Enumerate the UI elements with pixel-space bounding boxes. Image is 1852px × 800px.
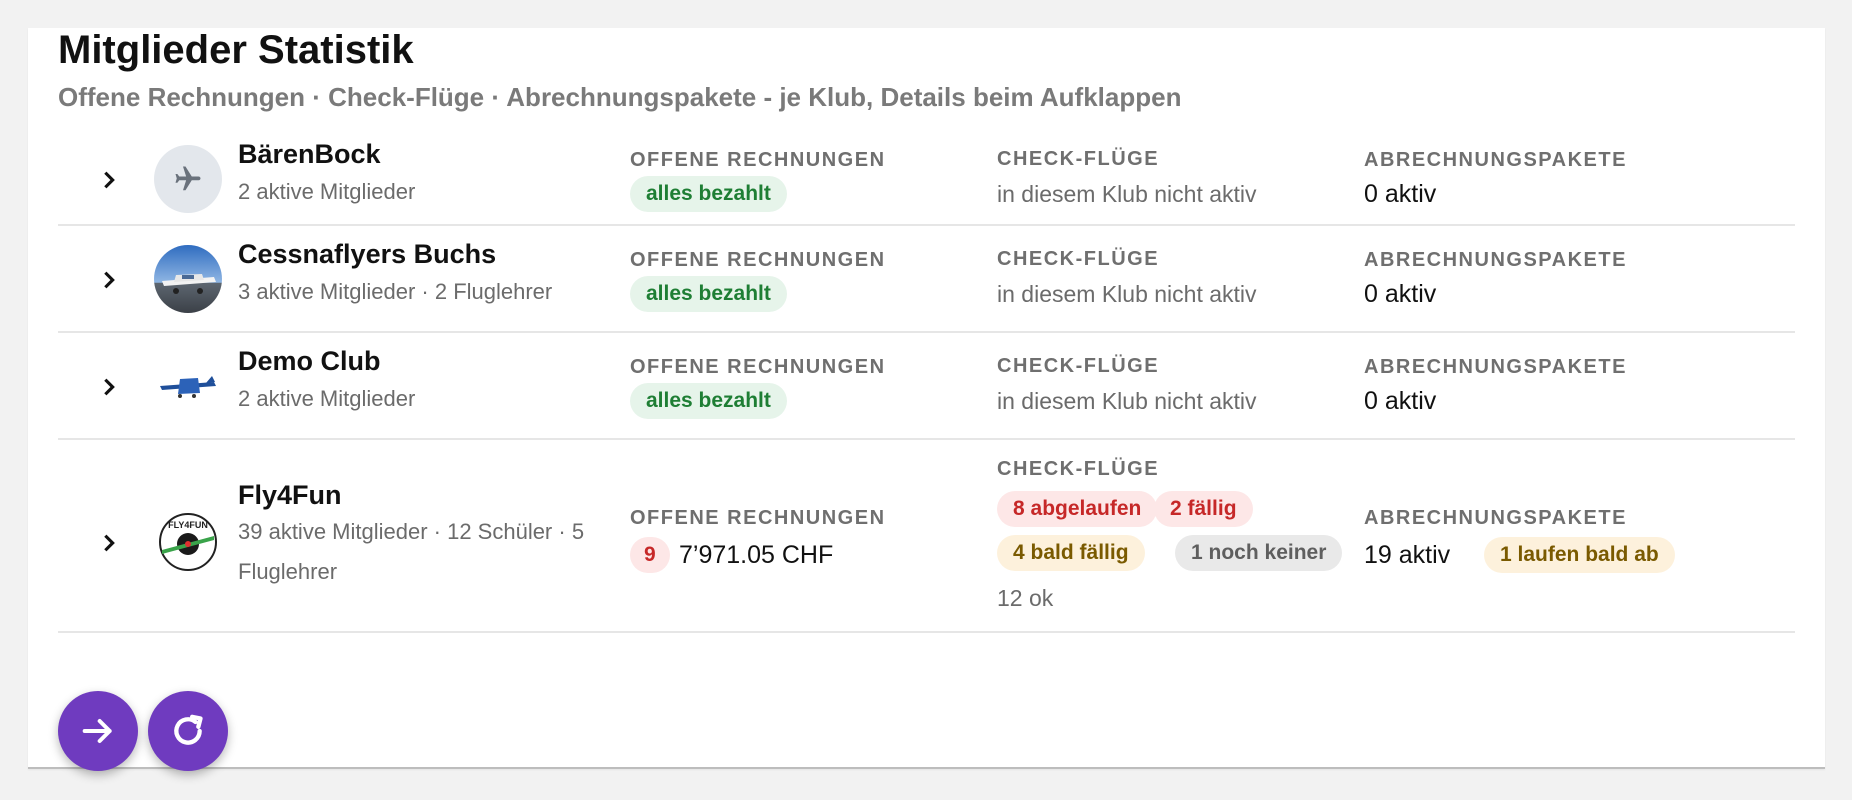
invoices-label: OFFENE RECHNUNGEN	[630, 249, 886, 271]
refresh-icon	[174, 714, 203, 745]
packages-label: ABRECHNUNGSPAKETE	[1364, 507, 1627, 529]
invoices-label: OFFENE RECHNUNGEN	[630, 356, 886, 378]
club-name: Cessnaflyers Buchs	[238, 239, 497, 269]
packages-value: 19 aktiv	[1364, 541, 1451, 569]
club-list: BärenBock 2 aktive Mitglieder OFFENE REC…	[58, 135, 1795, 633]
club-avatar	[154, 245, 222, 313]
club-logo: FLY4FUN	[154, 508, 222, 576]
refresh-button[interactable]	[148, 691, 228, 771]
invoice-amount: 7’971.05 CHF	[679, 541, 834, 569]
expand-chevron-icon[interactable]	[92, 370, 126, 404]
club-meta: 2 aktive Mitglieder	[238, 386, 416, 411]
checkflights-status: in diesem Klub nicht aktiv	[997, 181, 1257, 207]
club-row[interactable]: Demo Club 2 aktive Mitglieder OFFENE REC…	[58, 333, 1795, 440]
expand-chevron-icon[interactable]	[92, 526, 126, 560]
club-row[interactable]: FLY4FUN Fly4Fun 39 aktive Mitglieder · 1…	[58, 440, 1795, 633]
checkflights-status: in diesem Klub nicht aktiv	[997, 281, 1257, 307]
page-subtitle: Offene Rechnungen · Check-Flüge · Abrech…	[58, 82, 1182, 112]
club-row[interactable]: Cessnaflyers Buchs 3 aktive Mitglieder ·…	[58, 226, 1795, 333]
club-meta: Fluglehrer	[238, 559, 338, 584]
checkflights-expired-badge: 8 abgelaufen	[997, 491, 1158, 527]
checkflights-label: CHECK-FLÜGE	[997, 248, 1160, 270]
checkflights-label: CHECK-FLÜGE	[997, 458, 1160, 480]
expand-chevron-icon[interactable]	[92, 263, 126, 297]
status-badge: alles bezahlt	[630, 176, 787, 212]
club-meta: 2 aktive Mitglieder	[238, 179, 416, 204]
checkflights-label: CHECK-FLÜGE	[997, 148, 1160, 170]
svg-text:FLY4FUN: FLY4FUN	[168, 520, 208, 530]
checkflights-soon-badge: 4 bald fällig	[997, 535, 1145, 571]
checkflights-status: in diesem Klub nicht aktiv	[997, 388, 1257, 414]
club-name: Demo Club	[238, 346, 381, 376]
club-name: BärenBock	[238, 139, 381, 169]
checkflights-ok: 12 ok	[997, 585, 1054, 611]
club-row[interactable]: BärenBock 2 aktive Mitglieder OFFENE REC…	[58, 135, 1795, 226]
airplane-icon	[154, 145, 222, 213]
packages-value: 0 aktiv	[1364, 180, 1437, 208]
invoice-count-badge: 9	[630, 537, 670, 573]
status-badge: alles bezahlt	[630, 383, 787, 419]
page-title: Mitglieder Statistik	[58, 28, 414, 72]
club-meta: 3 aktive Mitglieder · 2 Fluglehrer	[238, 279, 553, 304]
packages-expiring-badge: 1 laufen bald ab	[1484, 537, 1675, 573]
stats-card: Mitglieder Statistik Offene Rechnungen ·…	[28, 28, 1825, 771]
expand-chevron-icon[interactable]	[92, 163, 126, 197]
checkflights-due-badge: 2 fällig	[1154, 491, 1253, 527]
club-name: Fly4Fun	[238, 480, 342, 510]
packages-label: ABRECHNUNGSPAKETE	[1364, 356, 1627, 378]
invoices-label: OFFENE RECHNUNGEN	[630, 149, 886, 171]
status-badge: alles bezahlt	[630, 276, 787, 312]
arrow-right-icon	[82, 719, 112, 743]
club-logo	[154, 352, 222, 420]
packages-value: 0 aktiv	[1364, 387, 1437, 415]
packages-label: ABRECHNUNGSPAKETE	[1364, 149, 1627, 171]
checkflights-label: CHECK-FLÜGE	[997, 355, 1160, 377]
open-button[interactable]	[58, 691, 138, 771]
packages-value: 0 aktiv	[1364, 280, 1437, 308]
packages-label: ABRECHNUNGSPAKETE	[1364, 249, 1627, 271]
club-meta: 39 aktive Mitglieder · 12 Schüler · 5	[238, 519, 585, 544]
invoices-label: OFFENE RECHNUNGEN	[630, 507, 886, 529]
checkflights-none-badge: 1 noch keiner	[1175, 535, 1343, 571]
